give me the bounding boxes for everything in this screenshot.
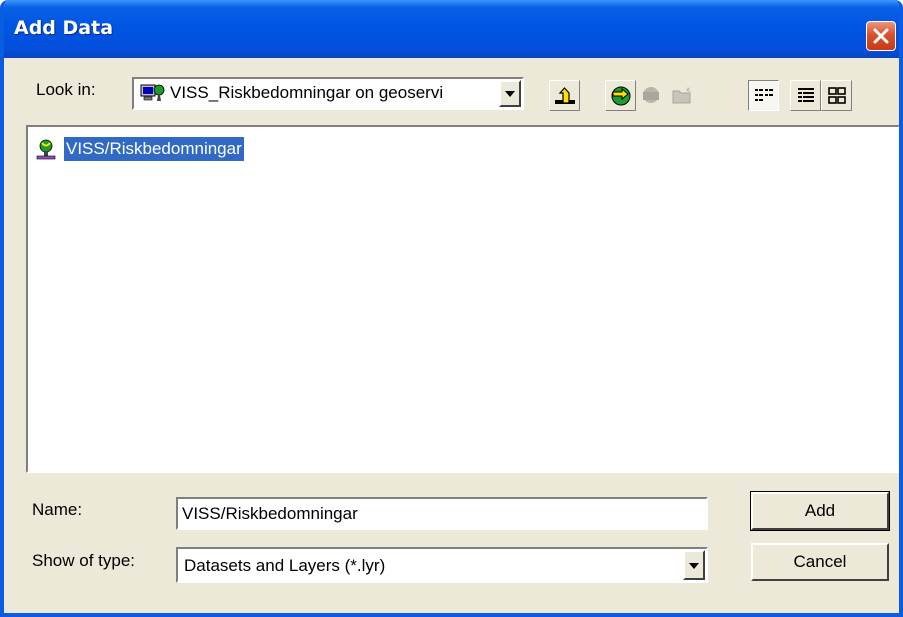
type-dropdown-button[interactable] <box>683 550 705 580</box>
look-in-dropdown-button[interactable] <box>499 80 521 107</box>
add-data-dialog: Add Data Look in: VISS_Riskbedomningar o… <box>0 0 903 617</box>
list-view-icon <box>755 89 773 101</box>
up-one-level-icon <box>555 87 575 104</box>
file-list[interactable]: VISS/Riskbedomningar <box>26 125 899 473</box>
new-folder-button <box>667 80 698 111</box>
show-of-type-label: Show of type: <box>32 551 136 570</box>
look-in-value: VISS_Riskbedomningar on geoservi <box>170 83 444 102</box>
connect-folder-button[interactable] <box>605 80 636 111</box>
list-view-button[interactable] <box>748 80 779 111</box>
chevron-down-icon <box>505 91 515 97</box>
name-input[interactable]: VISS/Riskbedomningar <box>176 497 708 530</box>
map-service-icon <box>34 139 58 166</box>
list-item-label: VISS/Riskbedomningar <box>63 136 245 162</box>
window-title: Add Data <box>14 17 114 39</box>
thumbnails-view-icon <box>828 87 846 104</box>
look-in-label: Look in: <box>36 80 96 99</box>
disconnect-folder-button <box>636 80 667 111</box>
thumbnails-view-button[interactable] <box>821 80 852 111</box>
close-icon <box>873 28 889 44</box>
server-connection-icon <box>140 82 166 109</box>
name-input-value: VISS/Riskbedomningar <box>182 504 358 523</box>
chevron-down-icon <box>689 563 699 569</box>
type-dropdown[interactable]: Datasets and Layers (*.lyr) <box>176 547 708 583</box>
details-view-icon <box>798 88 814 102</box>
add-button[interactable]: Add <box>750 491 890 531</box>
type-dropdown-value: Datasets and Layers (*.lyr) <box>184 556 386 575</box>
close-button[interactable] <box>866 21 896 51</box>
new-folder-icon <box>672 85 692 104</box>
cancel-button[interactable]: Cancel <box>751 543 889 581</box>
details-view-button[interactable] <box>790 80 821 111</box>
disconnect-folder-icon <box>643 87 659 103</box>
up-one-level-button[interactable] <box>549 80 580 111</box>
title-bar[interactable]: Add Data <box>4 0 899 58</box>
connect-folder-icon <box>611 86 631 106</box>
look-in-dropdown[interactable]: VISS_Riskbedomningar on geoservi <box>132 77 524 110</box>
name-label: Name: <box>32 500 83 519</box>
